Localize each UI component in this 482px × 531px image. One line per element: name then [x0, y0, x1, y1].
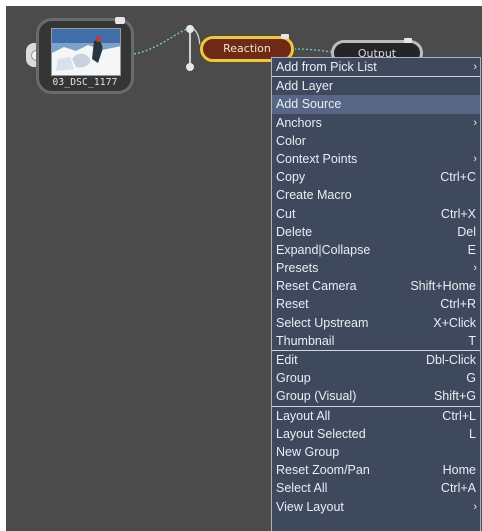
source-node[interactable]: 03_DSC_1177	[36, 17, 134, 94]
menu-item-select-upstream[interactable]: Select Upstream X+Click	[272, 314, 480, 332]
menu-item-label: Group	[276, 371, 311, 386]
menu-item-label: Edit	[276, 353, 298, 367]
menu-item-shortcut: X+Click	[433, 315, 476, 330]
menu-item-add-source[interactable]: Add Source	[272, 95, 480, 114]
context-menu: Add from Pick List › Add Layer Add Source…	[271, 57, 481, 531]
menu-item-label: Group (Visual)	[276, 389, 357, 404]
menu-item-edit[interactable]: Edit Dbl-Click	[272, 351, 480, 369]
menu-groups: Add Layer Add Source Anchors › Color Context …	[272, 77, 480, 516]
menu-item-label: Color	[276, 133, 306, 148]
menu-item-label: Cut	[276, 206, 296, 221]
menu-item-shortcut: Del	[457, 224, 476, 239]
menu-item-shortcut: Ctrl+L	[442, 408, 476, 423]
menu-item-new-group[interactable]: New Group	[272, 443, 480, 461]
menu-item-shortcut: Shift+Home	[410, 279, 476, 294]
menu-item-shortcut: Ctrl+C	[440, 170, 476, 185]
pipe-bottom-joint-icon[interactable]	[186, 63, 194, 71]
menu-item-reset-camera[interactable]: Reset Camera Shift+Home	[272, 277, 480, 295]
menu-item-shortcut: G	[466, 371, 476, 386]
menu-item-layout-all[interactable]: Layout All Ctrl+L	[272, 407, 480, 425]
menu-item-anchors[interactable]: Anchors ›	[272, 114, 480, 132]
menu-item-reset[interactable]: Reset Ctrl+R	[272, 295, 480, 313]
menu-item-label: Thumbnail	[276, 333, 335, 348]
menu-item-label: Create Macro	[276, 188, 352, 203]
chevron-right-icon: ›	[473, 262, 477, 275]
menu-item-copy[interactable]: Copy Ctrl+C	[272, 168, 480, 186]
menu-item-shortcut: Ctrl+A	[440, 481, 476, 496]
menu-item-group-visual[interactable]: Group (Visual) Shift+G	[272, 387, 480, 405]
menu-item-shortcut: Dbl-Click	[426, 353, 476, 367]
wire-reaction-to-output	[293, 48, 333, 53]
node-tab-icon	[404, 38, 412, 43]
menu-item-label: Context Points	[276, 151, 358, 166]
menu-item-presets[interactable]: Presets ›	[272, 259, 480, 277]
menu-item-color[interactable]: Color	[272, 132, 480, 150]
menu-item-shortcut: Ctrl+X	[440, 206, 476, 221]
menu-item-label: Delete	[276, 224, 313, 239]
menu-item-shortcut: Ctrl+R	[440, 297, 476, 312]
menu-item-label: Reset	[276, 297, 309, 312]
menu-item-label: Add Layer	[276, 79, 333, 94]
menu-item-shortcut: L	[469, 426, 476, 441]
menu-item-cut[interactable]: Cut Ctrl+X	[272, 205, 480, 223]
wire-source-to-pipe	[133, 28, 188, 55]
chevron-right-icon: ›	[473, 500, 477, 513]
menu-item-view-layout[interactable]: View Layout ›	[272, 498, 480, 516]
menu-item-label: Presets	[276, 261, 319, 276]
menu-item-delete[interactable]: Delete Del	[272, 223, 480, 241]
menu-item-layout-selected[interactable]: Layout Selected L	[272, 425, 480, 443]
menu-item-shortcut: T	[468, 333, 476, 348]
chevron-right-icon: ›	[473, 61, 477, 73]
menu-item-create-macro[interactable]: Create Macro	[272, 186, 480, 204]
source-thumbnail	[51, 28, 121, 76]
chevron-right-icon: ›	[473, 116, 477, 129]
menu-item-add-from-pick-list[interactable]: Add from Pick List ›	[272, 58, 480, 76]
menu-item-label: Copy	[276, 170, 306, 185]
menu-item-group[interactable]: Group G	[272, 369, 480, 387]
reaction-node-label: Reaction	[223, 42, 271, 55]
menu-item-shortcut: Home	[442, 463, 476, 478]
source-node-label: 03_DSC_1177	[52, 77, 118, 88]
node-tab-icon	[115, 17, 125, 24]
menu-item-thumbnail[interactable]: Thumbnail T	[272, 332, 480, 350]
menu-item-shortcut: Shift+G	[433, 389, 476, 404]
pipe-top-joint-icon[interactable]	[186, 25, 194, 33]
menu-item-expand-collapse[interactable]: Expand|Collapse E	[272, 241, 480, 259]
menu-item-label: Reset Zoom/Pan	[276, 463, 370, 478]
node-graph-canvas[interactable]: 03_DSC_1177 Reaction Output Add from Pic…	[6, 6, 482, 531]
menu-item-add-layer[interactable]: Add Layer	[272, 77, 480, 95]
menu-item-label: Reset Camera	[276, 279, 357, 294]
menu-item-label: Select All	[276, 481, 328, 496]
menu-item-label: Expand|Collapse	[276, 242, 371, 257]
menu-item-reset-zoom-pan[interactable]: Reset Zoom/Pan Home	[272, 461, 480, 479]
chevron-right-icon: ›	[473, 152, 477, 165]
menu-item-label: Layout Selected	[276, 426, 366, 441]
menu-item-label: Anchors	[276, 115, 322, 130]
menu-item-context-points[interactable]: Context Points ›	[272, 150, 480, 168]
menu-item-label: Select Upstream	[276, 315, 369, 330]
menu-item-label: New Group	[276, 444, 340, 459]
menu-item-label: View Layout	[276, 499, 344, 514]
node-tab-icon	[281, 34, 289, 39]
menu-item-select-all[interactable]: Select All Ctrl+A	[272, 479, 480, 497]
pipe-line	[189, 31, 191, 65]
menu-item-label: Add from Pick List	[276, 60, 377, 74]
menu-item-label: Add Source	[276, 97, 342, 112]
menu-item-label: Layout All	[276, 408, 331, 423]
menu-item-shortcut: E	[467, 242, 476, 257]
